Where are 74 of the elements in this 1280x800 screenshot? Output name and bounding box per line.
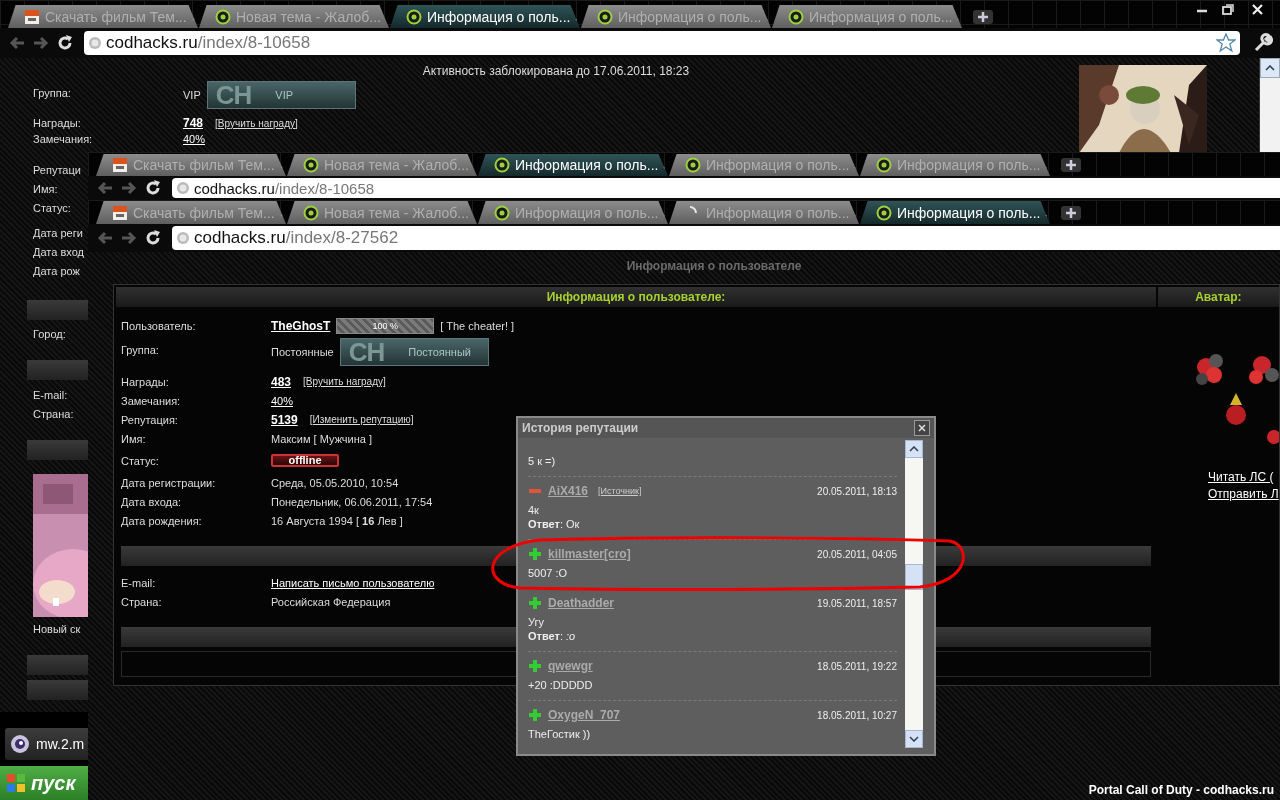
action-link[interactable]: [Вручить награду] [215,117,298,129]
field-label: Группа: [121,343,160,356]
field-label: Имя: [121,432,147,445]
entry-text: 5 к =) [528,454,557,468]
entry-reply: Ответ: :o [528,629,577,643]
count-link[interactable]: 483 [271,374,292,389]
group-name: VIP [183,89,201,101]
status-badge: offline [271,454,339,467]
username-link[interactable]: TheGhosT [271,318,331,333]
value-link[interactable]: 40% [271,394,294,407]
source-link[interactable]: [Источник] [598,486,642,496]
entry-date: 18.05.2011, 19:22 [817,660,897,672]
address-field[interactable]: codhacks.ru/index/8-10658 [172,178,1280,198]
field-label: Репутаци [32,163,82,178]
entry-date: 20.05.2011, 18:13 [817,485,897,497]
message-link[interactable]: Отправить Л [1158,486,1279,503]
entry-text: +20 :DDDDD [528,678,594,692]
action-link[interactable]: [Изменить репутацию] [309,414,414,425]
entry-reply: Ответ: Ок [528,517,581,531]
count-link[interactable]: 5139 [271,412,298,427]
field-label: Страна: [121,595,163,608]
field-value: Российская Федерация [271,595,391,608]
field-label: Дата рождения: [121,514,203,527]
field-label: Статус: [32,201,72,216]
address-field[interactable]: codhacks.ru/index/8-27562 [172,226,1280,250]
value-link[interactable]: Написать письмо пользователю [271,576,435,589]
field-label: E-mail: [121,576,157,589]
entry-date: 18.05.2011, 10:27 [817,709,897,721]
group-name: Постоянные [271,346,334,358]
panel-header: Аватар: [1158,287,1279,307]
field-label: Имя: [32,182,59,197]
field-label: Статус: [121,454,160,467]
taskbar-button[interactable]: mw.2.m [5,728,88,760]
address-field[interactable]: codhacks.ru/index/8-10658 [84,31,1240,55]
entry-text: TheГостик )) [528,727,592,741]
action-link[interactable]: [Вручить награду] [303,376,386,387]
count-link[interactable]: 748 [183,116,204,130]
field-label: Замечания: [33,133,94,145]
entry-text: Угу [528,615,545,629]
progress-reading: 100 % [371,319,400,333]
blocked-notice: Активность заблокирована до 17.06.2011, 18:23 [421,63,691,78]
site-footer: Portal Call of Duty - codhacks.ru [88,783,1280,800]
field-label: Дата рож [32,264,81,279]
entry-date: 19.05.2011, 18:57 [817,597,897,609]
field-label: Дата регистрации: [121,476,217,489]
field-value: Среда, 05.05.2010, 10:54 [271,476,399,489]
field-label: Пользователь: [121,319,197,332]
page-heading: Информация о пользователе [625,258,803,275]
entry-text: 4к [528,503,540,517]
field-value: Максим [ Мужчина ] [271,432,373,445]
picture-caption: Новый ск [33,622,82,637]
field-label: Дата входа: [121,495,183,508]
popup-title: История репутации [522,421,639,435]
user-title: [ The cheater! ] [440,319,515,332]
field-label: Дата реги [32,226,84,241]
message-link[interactable]: Читать ЛС ( [1158,469,1279,486]
field-value: 16 Августа 1994 [ 16 Лев ] [271,514,403,527]
value-link[interactable]: 40% [183,133,206,145]
group-badge: CH Постоянный [339,338,489,366]
field-label: Дата вход [32,245,85,260]
field-label: Город: [32,327,67,342]
field-label: Замечания: [121,394,182,407]
entry-date: 20.05.2011, 04:05 [817,548,897,560]
entry-text: 5007 :O [528,566,569,580]
field-label: Страна: [32,407,75,422]
field-label: Награды: [121,375,170,388]
start-button[interactable]: пуск [0,766,88,800]
panel-header: Информация о пользователе: [116,287,1156,307]
group-badge: CH VIP [206,81,356,109]
field-label: Группа: [33,86,72,99]
field-label: E-mail: [32,388,69,403]
field-label: Репутация: [121,413,179,426]
field-label: Награды: [33,117,82,129]
field-value: Понедельник, 06.06.2011, 17:54 [271,495,433,508]
